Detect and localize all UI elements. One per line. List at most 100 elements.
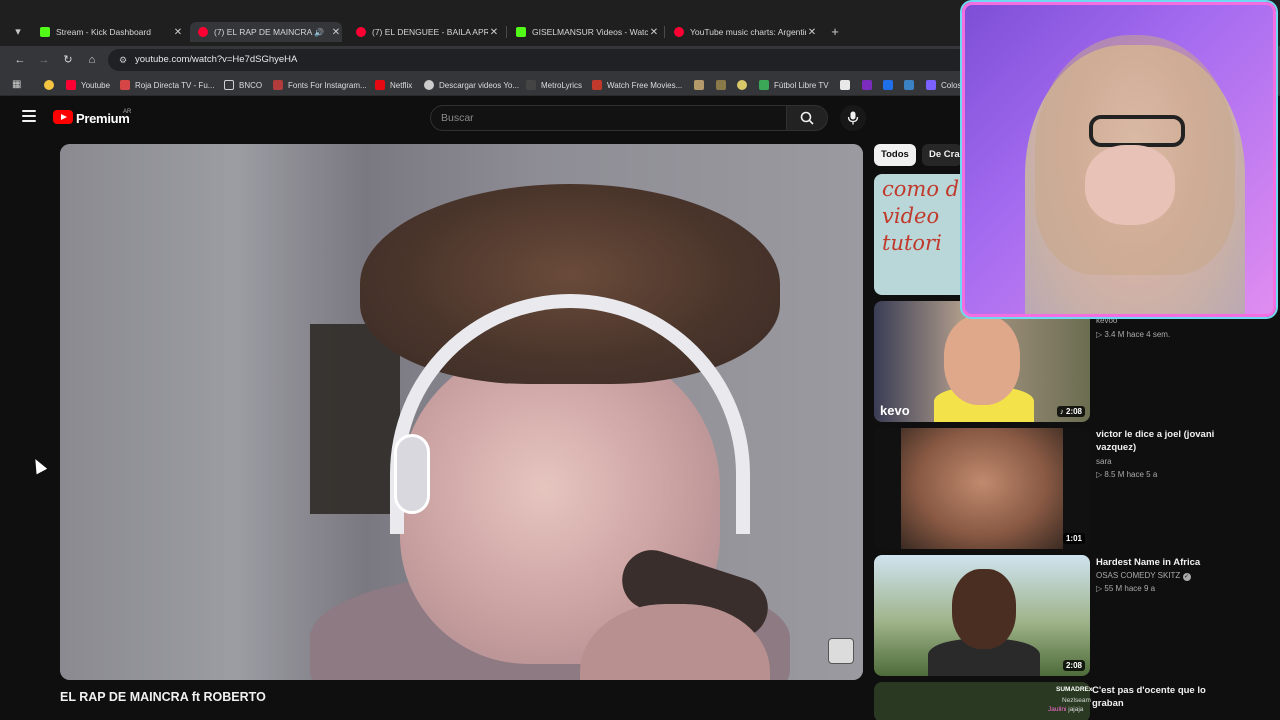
chip-todos[interactable]: Todos bbox=[874, 144, 916, 166]
close-tab-icon[interactable]: ✕ bbox=[172, 27, 184, 38]
search-icon bbox=[800, 111, 814, 125]
bookmark-label: Fonts For Instagram... bbox=[288, 80, 367, 90]
recommendation-meta: ▷ 8.5 M hace 5 a bbox=[1096, 470, 1158, 479]
bookmark-netflix[interactable]: Netflix bbox=[375, 78, 412, 92]
bookmark-icon-c[interactable] bbox=[737, 78, 752, 92]
bookmark-label: MetroLyrics bbox=[541, 80, 583, 90]
tab-kick-dashboard[interactable]: Stream - Kick Dashboard ✕ bbox=[36, 22, 184, 42]
mouse-cursor-icon bbox=[30, 456, 48, 475]
kick-favicon-icon bbox=[516, 27, 526, 37]
chip-de-craz[interactable]: De Craz bbox=[922, 144, 962, 166]
bookmark-icon-f[interactable] bbox=[883, 78, 898, 92]
bookmark-youtube[interactable]: Youtube bbox=[66, 78, 110, 92]
video-frame-headphone-cup bbox=[394, 434, 430, 514]
bookmark-futbol-libre[interactable]: Fútbol Libre TV bbox=[759, 78, 829, 92]
url-text: youtube.com/watch?v=He7dSGhyeHA bbox=[135, 54, 298, 65]
bookmark-colos[interactable]: Colos bbox=[926, 78, 961, 92]
recommendation-channel[interactable]: sara bbox=[1096, 457, 1112, 466]
video-title: EL RAP DE MAINCRA ft ROBERTO bbox=[60, 690, 266, 704]
chat-username: Nezlseam bbox=[1062, 697, 1091, 704]
tab-rap-maincra[interactable]: (7) EL RAP DE MAINCRA ft 🔊 ✕ bbox=[190, 22, 342, 42]
bookmark-a-icon bbox=[694, 80, 704, 90]
kevo-badge: kevo bbox=[880, 403, 910, 418]
search-input[interactable] bbox=[441, 112, 771, 124]
recommendation-thumbnail-hardest-name[interactable]: 2:08 bbox=[874, 555, 1090, 676]
menu-icon[interactable] bbox=[22, 110, 36, 122]
video-frame-shelf bbox=[310, 324, 400, 514]
bookmark-roja-directa[interactable]: Roja Directa TV - Fu... bbox=[120, 78, 214, 92]
bookmark-fonts[interactable]: Fonts For Instagram... bbox=[273, 78, 367, 92]
bookmark-icon-b[interactable] bbox=[716, 78, 731, 92]
bookmark-label: Fútbol Libre TV bbox=[774, 80, 829, 90]
recommendation-channel[interactable]: OSAS COMEDY SKITZ ✓ bbox=[1096, 571, 1191, 581]
close-tab-icon[interactable]: ✕ bbox=[806, 27, 818, 38]
back-arrow-icon[interactable]: ← bbox=[12, 52, 28, 68]
recommendation-title[interactable]: victor le dice a joel (jovani vazquez) bbox=[1096, 428, 1226, 454]
bookmark-d-icon bbox=[840, 80, 850, 90]
address-bar[interactable]: ⚙ youtube.com/watch?v=He7dSGhyeHA bbox=[108, 49, 968, 71]
close-tab-icon[interactable]: ✕ bbox=[648, 27, 660, 38]
youtube-favicon-icon bbox=[356, 27, 366, 37]
folder-icon bbox=[224, 80, 234, 90]
premium-brand[interactable]: Premium bbox=[76, 111, 130, 126]
streamer-webcam-overlay bbox=[962, 2, 1276, 317]
bookmark-emoji[interactable] bbox=[44, 78, 59, 92]
bookmark-descargar[interactable]: Descargar videos Yo... bbox=[424, 78, 519, 92]
bookmark-icon-d[interactable] bbox=[840, 78, 855, 92]
close-tab-icon[interactable]: ✕ bbox=[488, 27, 500, 38]
video-player[interactable] bbox=[60, 144, 863, 680]
fonts-icon bbox=[273, 80, 283, 90]
bookmark-label: Youtube bbox=[81, 80, 111, 90]
chat-username: SUMADREx bbox=[1056, 686, 1093, 693]
recommendation-channel[interactable]: kevoo bbox=[1096, 316, 1117, 325]
tab-el-denguee[interactable]: (7) EL DENGUEE - BAILA APRET ✕ bbox=[352, 22, 500, 42]
close-tab-icon[interactable]: ✕ bbox=[330, 27, 342, 38]
webcam-hand bbox=[1085, 145, 1175, 225]
home-icon[interactable]: ⌂ bbox=[84, 52, 100, 68]
bookmark-label: Roja Directa TV - Fu... bbox=[135, 80, 215, 90]
movies-icon bbox=[592, 80, 602, 90]
bookmark-b-icon bbox=[716, 80, 726, 90]
youtube-icon bbox=[66, 80, 76, 90]
voice-search-button[interactable] bbox=[840, 105, 866, 131]
search-button[interactable] bbox=[786, 105, 828, 131]
download-icon bbox=[424, 80, 434, 90]
futbol-libre-icon bbox=[759, 80, 769, 90]
tab-separator bbox=[506, 26, 507, 38]
bookmark-g-icon bbox=[904, 80, 914, 90]
youtube-favicon-icon bbox=[674, 27, 684, 37]
speaker-icon[interactable]: 🔊 bbox=[314, 28, 324, 37]
recommendation-thumbnail-kevo[interactable]: kevo ♪ 2:08 bbox=[874, 301, 1090, 422]
reload-icon[interactable]: ↻ bbox=[60, 52, 76, 68]
verified-icon: ✓ bbox=[1182, 573, 1191, 581]
forward-arrow-icon[interactable]: → bbox=[36, 52, 52, 68]
bookmark-label: Netflix bbox=[390, 80, 413, 90]
bookmark-icon-a[interactable] bbox=[694, 78, 709, 92]
metrolyrics-icon bbox=[526, 80, 536, 90]
youtube-favicon-icon bbox=[198, 27, 208, 37]
youtube-logo-icon[interactable] bbox=[53, 110, 73, 124]
screen: ▾ Stream - Kick Dashboard ✕ (7) EL RAP D… bbox=[0, 0, 1280, 720]
bookmark-metrolyrics[interactable]: MetroLyrics bbox=[526, 78, 582, 92]
microphone-icon bbox=[847, 111, 859, 125]
recommendation-thumbnail-victor[interactable]: 1:01 bbox=[874, 428, 1090, 549]
apps-grid-icon[interactable]: ▦ bbox=[12, 79, 24, 91]
tab-giselmansur[interactable]: GISELMANSUR Videos - Watch ✕ bbox=[512, 22, 660, 42]
country-code: AR bbox=[123, 109, 132, 115]
recommendation-title[interactable]: Hardest Name in Africa bbox=[1096, 556, 1226, 569]
bookmark-f-icon bbox=[883, 80, 893, 90]
tab-youtube-charts[interactable]: YouTube music charts: Argentin ✕ bbox=[670, 22, 818, 42]
tab-title: YouTube music charts: Argentin bbox=[690, 27, 806, 37]
site-settings-icon[interactable]: ⚙ bbox=[116, 53, 130, 67]
bookmark-watch-free-movies[interactable]: Watch Free Movies... bbox=[592, 78, 682, 92]
bookmark-icon-e[interactable] bbox=[862, 78, 877, 92]
new-tab-button[interactable]: + bbox=[828, 23, 842, 41]
trollface-watermark-icon bbox=[828, 638, 854, 664]
chat-line: Jaulini jajaja bbox=[1048, 706, 1083, 713]
bookmark-icon-g[interactable] bbox=[904, 78, 919, 92]
bookmark-bnco[interactable]: BNCO bbox=[224, 78, 262, 92]
webcam-glasses bbox=[1089, 115, 1185, 147]
bookmark-label: Colos bbox=[941, 80, 962, 90]
tab-search-icon[interactable]: ▾ bbox=[10, 24, 26, 40]
tab-title: (7) EL RAP DE MAINCRA ft bbox=[214, 27, 315, 37]
